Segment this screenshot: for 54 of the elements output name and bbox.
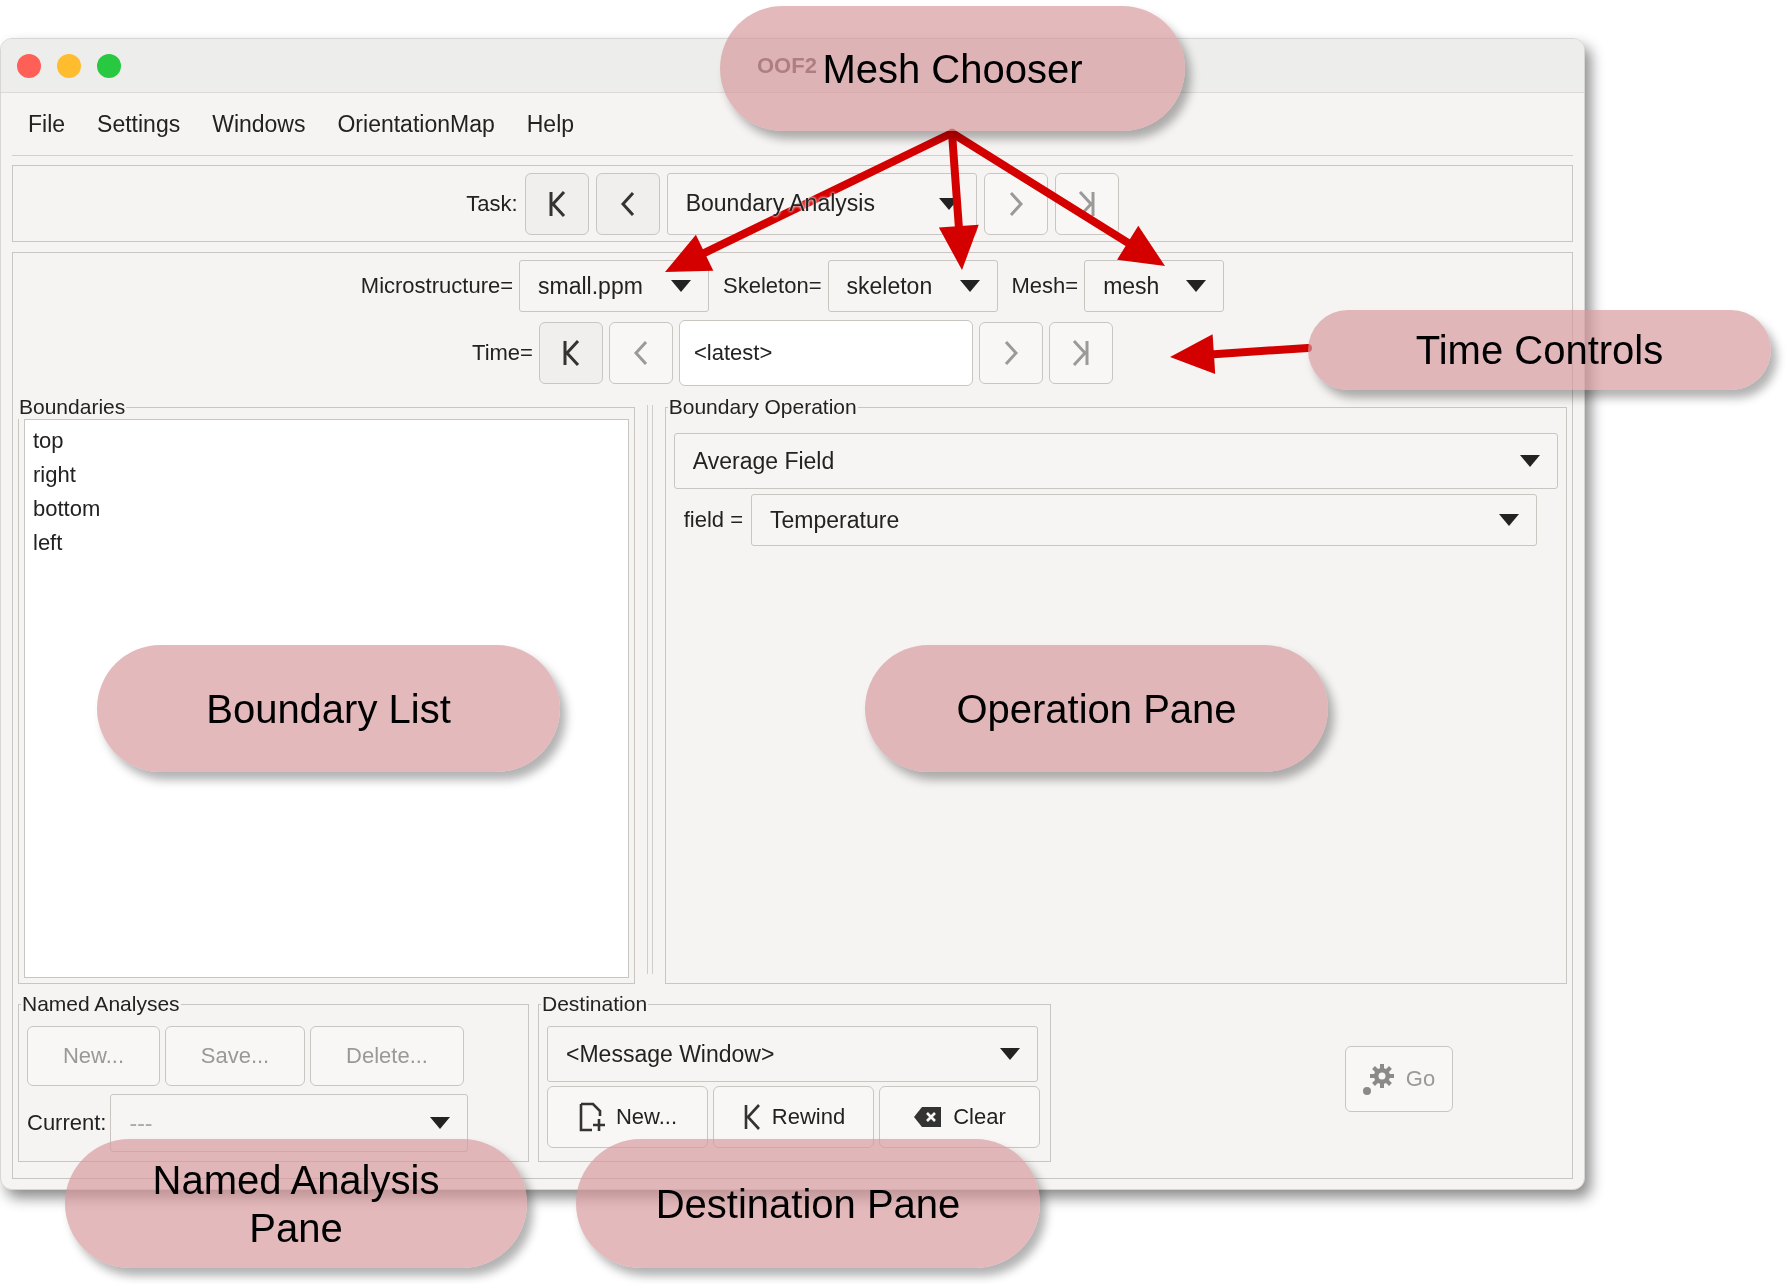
parameter-dropdown[interactable]: Temperature	[751, 494, 1538, 546]
chevron-right-icon	[1002, 338, 1019, 368]
chooser-dropdown[interactable]: skeleton	[827, 260, 998, 312]
task-label: Task:	[466, 190, 518, 217]
chooser-label: Microstructure=	[360, 273, 514, 299]
zoom-button[interactable]	[97, 53, 121, 78]
minimize-button[interactable]	[57, 53, 81, 78]
caret-icon	[1498, 513, 1521, 527]
time-field[interactable]: <latest>	[678, 320, 973, 386]
menu-item[interactable]: Settings	[97, 106, 181, 142]
chooser-label: Skeleton=	[723, 273, 822, 299]
skip-forward-icon	[1070, 338, 1091, 368]
time-label: Time=	[472, 340, 533, 366]
caret-icon	[999, 1047, 1021, 1061]
menu-item[interactable]: OrientationMap	[337, 106, 495, 142]
caret-icon	[958, 279, 981, 293]
menu-item[interactable]: Help	[526, 106, 575, 142]
list-item[interactable]: top	[25, 424, 628, 458]
destination-dropdown[interactable]: <Message Window>	[547, 1026, 1038, 1082]
current-label: Current:	[27, 1110, 107, 1136]
skip-forward-icon	[1076, 188, 1097, 219]
nav-button[interactable]	[524, 172, 589, 235]
chooser-dropdown[interactable]: mesh	[1084, 260, 1225, 312]
close-button[interactable]	[17, 53, 41, 78]
chooser-dropdown[interactable]: small.ppm	[519, 260, 710, 312]
caret-icon	[670, 279, 693, 293]
menu-item[interactable]: Windows	[212, 106, 306, 142]
gear-icon	[1361, 1062, 1396, 1096]
chooser-label: Mesh=	[1011, 273, 1079, 299]
operation-dropdown[interactable]: Average Field	[673, 433, 1558, 489]
parameter-label: field =	[683, 507, 744, 533]
caret-icon	[1185, 279, 1208, 293]
nav-button[interactable]	[538, 322, 603, 384]
caret-icon	[429, 1116, 452, 1130]
frame-title: Destination	[541, 992, 649, 1016]
callout-label: Time Controls	[1308, 310, 1771, 390]
callout-label: Operation Pane	[865, 645, 1328, 772]
backspace-icon	[913, 1106, 944, 1128]
frame-title: Named Analyses	[21, 992, 181, 1016]
action-button[interactable]: Clear	[879, 1086, 1040, 1148]
action-button[interactable]: New...	[547, 1086, 708, 1148]
action-button[interactable]: Rewind	[713, 1086, 874, 1148]
menu-item[interactable]: File	[28, 106, 66, 142]
chevron-left-icon	[632, 338, 649, 368]
callout-label: Boundary List	[97, 645, 560, 772]
list-item[interactable]: left	[25, 526, 628, 560]
list-item[interactable]: bottom	[25, 492, 628, 526]
list-item[interactable]: right	[25, 458, 628, 492]
new-file-icon	[577, 1102, 606, 1132]
callout-label: Named Analysis Pane	[65, 1139, 527, 1268]
frame-title: Boundaries	[18, 395, 127, 419]
callout-label: Destination Pane	[576, 1139, 1040, 1268]
caret-icon	[1519, 454, 1541, 468]
frame-title: Boundary Operation	[667, 395, 858, 419]
